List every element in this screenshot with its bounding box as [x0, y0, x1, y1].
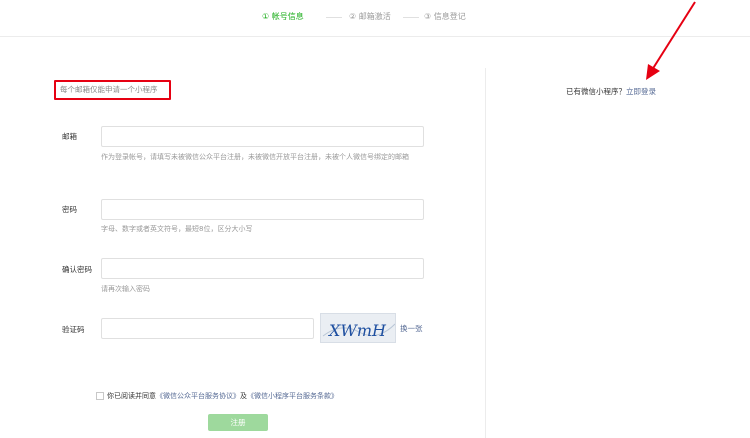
annotation-arrow-icon — [646, 1, 696, 80]
